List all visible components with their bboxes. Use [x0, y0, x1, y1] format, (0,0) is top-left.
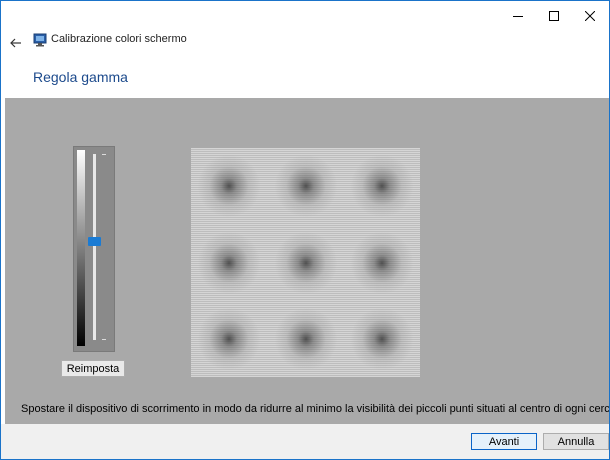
cancel-button[interactable]: Annulla: [543, 433, 609, 450]
slider-thumb[interactable]: [88, 236, 101, 246]
reset-button[interactable]: Reimposta: [61, 360, 125, 377]
title-bar: [1, 1, 609, 31]
next-button[interactable]: Avanti: [471, 433, 537, 450]
pattern-circle: [351, 155, 413, 217]
slider-track[interactable]: [93, 154, 96, 340]
instruction-text: Spostare il dispositivo di scorrimento i…: [21, 403, 610, 415]
pattern-circle: [275, 232, 337, 294]
gamma-gradient-strip: [77, 150, 85, 346]
page-title: Regola gamma: [33, 69, 128, 85]
footer-bar: Avanti Annulla: [1, 424, 609, 459]
pattern-circle: [275, 308, 337, 370]
pattern-circle: [275, 155, 337, 217]
calibration-window: Calibrazione colori schermo Regola gamma…: [0, 0, 610, 460]
pattern-circle: [198, 308, 260, 370]
gamma-test-pattern: [191, 148, 420, 377]
navigation-row: Calibrazione colori schermo: [1, 31, 609, 59]
arrow-left-icon[interactable]: [8, 35, 24, 51]
gamma-slider[interactable]: [73, 146, 115, 352]
window-title: Calibrazione colori schermo: [51, 33, 187, 45]
slider-tick-top: [102, 154, 106, 155]
pattern-circle: [198, 232, 260, 294]
pattern-circle: [351, 308, 413, 370]
monitor-icon: [33, 33, 47, 47]
pattern-circle: [198, 155, 260, 217]
pattern-circle: [351, 232, 413, 294]
close-icon[interactable]: [567, 1, 609, 31]
gamma-panel: Reimposta Spostare il dispositivo di sco…: [5, 98, 609, 424]
slider-tick-bottom: [102, 339, 106, 340]
